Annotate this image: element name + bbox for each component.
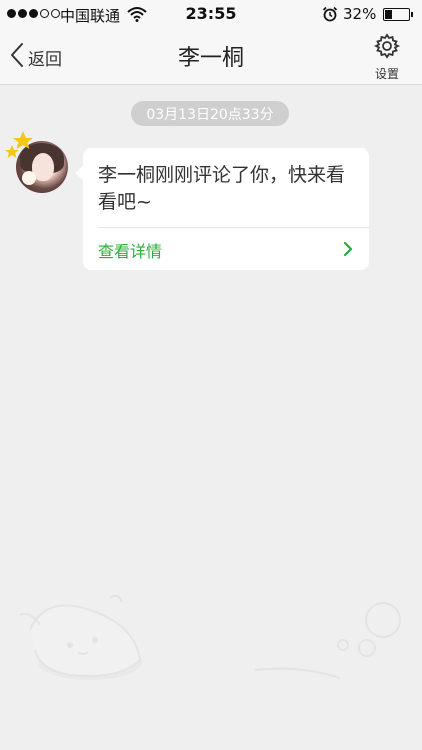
alarm-icon	[322, 6, 338, 26]
avatar-flower	[22, 171, 36, 185]
star-icon	[5, 131, 33, 158]
seal-decoration	[19, 594, 401, 680]
card-pointer	[75, 166, 83, 180]
battery-icon	[383, 8, 410, 21]
sender-avatar-wrapper[interactable]	[4, 129, 70, 195]
chevron-right-icon	[343, 241, 353, 261]
notification-text: 李一桐刚刚评论了你，快来看看吧~	[98, 164, 346, 213]
gear-icon	[373, 33, 401, 63]
navigation-bar: 返回 李一桐 设置	[0, 30, 422, 85]
battery-percent: 32%	[343, 5, 377, 23]
battery-level	[385, 10, 393, 19]
view-details-label: 查看详情	[98, 242, 163, 261]
settings-label: 设置	[374, 67, 399, 81]
message-timestamp: 03月13日20点33分	[131, 101, 289, 126]
settings-button[interactable]: 设置	[366, 33, 408, 81]
status-bar: 中国联通 23:55 32%	[0, 0, 422, 30]
battery-tip	[411, 12, 413, 17]
notification-card: 李一桐刚刚评论了你，快来看看吧~ 查看详情	[75, 148, 369, 270]
page-title: 李一桐	[177, 46, 244, 71]
view-details-link[interactable]: 查看详情	[83, 228, 369, 270]
